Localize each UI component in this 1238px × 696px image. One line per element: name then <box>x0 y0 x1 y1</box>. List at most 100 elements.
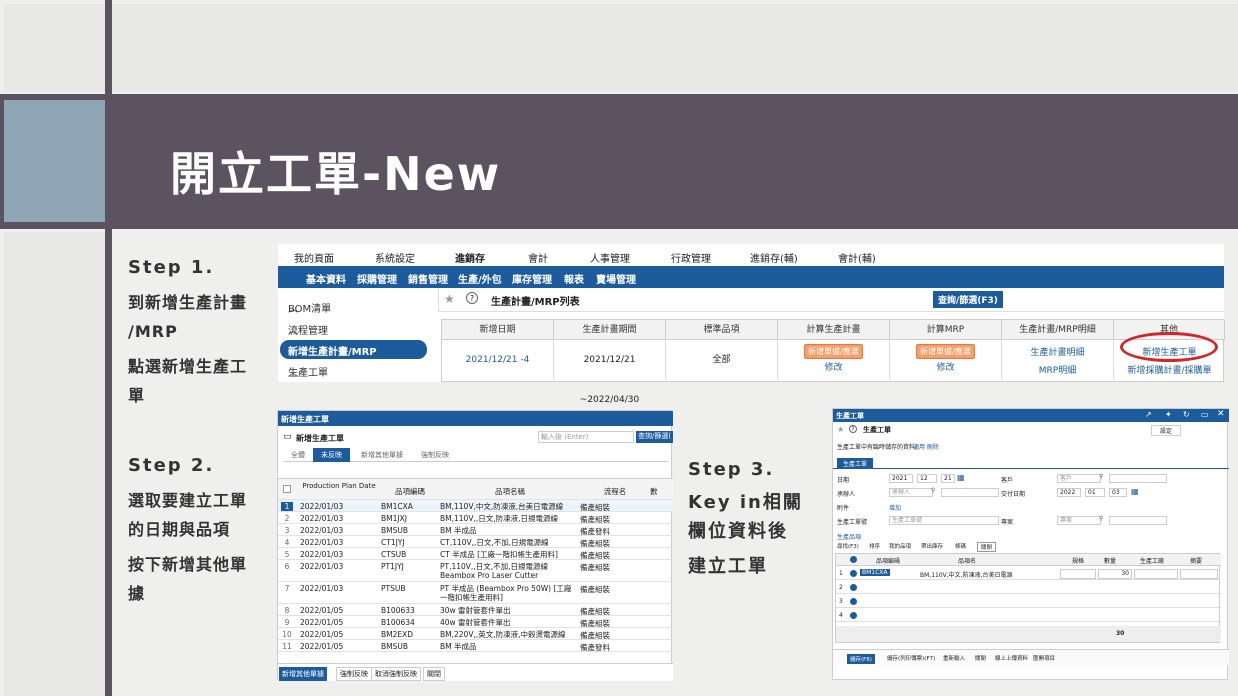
subnav-item[interactable]: 銷售管理 <box>408 271 448 286</box>
topnav-item[interactable]: 進銷存(輔) <box>750 250 798 265</box>
upload-button[interactable]: 線上上傳資料 <box>995 654 1028 662</box>
spec-input[interactable] <box>1060 569 1096 579</box>
topnav-item[interactable]: 會計(輔) <box>838 250 876 265</box>
table-row[interactable]: 5 2022/01/03 CTSUB CT 半成品 [工廠一階扣帳生產用料] 備產組裝 <box>278 548 673 560</box>
toolbar-button[interactable]: 帶出庫存 <box>921 542 943 550</box>
search-icon[interactable]: ⚲ <box>1099 515 1103 522</box>
save-print-button[interactable]: 儲存(列印傳票)(F7) <box>887 654 935 662</box>
related-items-button[interactable]: 匯開項目 <box>1033 654 1055 662</box>
mrp-detail-link[interactable]: MRP明細 <box>1039 366 1076 376</box>
customer-name-input[interactable] <box>1109 474 1167 483</box>
restore-icon[interactable]: ▭ <box>1201 410 1209 419</box>
topnav-item[interactable]: 進銷存 <box>455 250 485 265</box>
table-row[interactable]: 11 2022/01/05 BMSUB BM 半成品 備產發料 <box>278 640 673 652</box>
topnav-item[interactable]: 系統設定 <box>375 250 415 265</box>
close-button[interactable]: 關閉 <box>423 667 445 681</box>
new-purchase-link[interactable]: 新增採購計畫/採購單 <box>1127 366 1211 376</box>
factory-input[interactable] <box>1134 569 1178 579</box>
row-action-icon[interactable] <box>850 584 857 591</box>
topnav-item[interactable]: 我的頁面 <box>294 250 334 265</box>
sidebar-item[interactable]: 新增生產計畫/MRP <box>288 343 377 358</box>
row-action-icon[interactable] <box>850 570 857 577</box>
topnav-item[interactable]: 行政管理 <box>671 250 711 265</box>
table-row[interactable]: 7 2022/01/03 PTSUB PT 半成品 (Beambox Pro 50W)… <box>278 582 673 604</box>
close-icon[interactable]: ✕ <box>1217 409 1225 419</box>
chevron-up-icon[interactable]: ︿ <box>288 322 298 337</box>
month-select[interactable]: 12 <box>917 474 937 483</box>
toolbar-button[interactable]: 尋找(F3) <box>837 542 859 550</box>
subnav-item[interactable]: 庫存管理 <box>512 271 552 286</box>
toolbar-button[interactable]: 條碼 <box>955 542 966 550</box>
due-day-select[interactable]: 03 <box>1109 488 1127 497</box>
table-row[interactable]: 6 2022/01/03 PT1JYJ PT,110V,,日文,不加,日規電源線 Be… <box>278 560 673 582</box>
toolbar-button[interactable]: 排序 <box>869 542 880 550</box>
search-input[interactable]: 輸入後 (Enter) <box>538 431 634 443</box>
subnav-item[interactable]: 賣場管理 <box>596 271 636 286</box>
table-row[interactable]: 8 2022/01/05 B100633 30w 雷射管套件單出 備產組裝 <box>278 604 673 616</box>
settings-button[interactable]: 設定 <box>1151 425 1182 436</box>
table-row[interactable]: 4 2022/01/03 CT1JYJ CT,110V,,日文,不加,日規電源線 備產組… <box>278 536 673 548</box>
search-icon[interactable]: ⚲ <box>931 487 935 494</box>
memo-input[interactable] <box>1180 569 1218 579</box>
year-select[interactable]: 2021 <box>889 474 913 483</box>
item-name-cell[interactable]: BM,110V,中文,防凍液,台美日電源 <box>920 570 1014 579</box>
tab[interactable]: 強制反映 <box>421 450 449 460</box>
cancel-force-button[interactable]: 取消強制反映 <box>371 667 421 681</box>
cell-date[interactable]: 2021/12/21 -4 <box>442 340 554 380</box>
due-month-select[interactable]: 01 <box>1085 488 1105 497</box>
section-title[interactable]: 生產品項 <box>837 532 861 541</box>
project-input[interactable]: 專案 <box>1057 516 1101 525</box>
date-link[interactable]: 2021/12/21 -4 <box>466 355 530 365</box>
new-doc-button[interactable]: 新增單據/應選 <box>804 344 863 359</box>
toolbar-button[interactable]: 我的品項 <box>889 542 911 550</box>
chevron-up-icon[interactable]: ︿ <box>288 364 298 379</box>
due-year-select[interactable]: 2022 <box>1057 488 1081 497</box>
row-action-icon[interactable] <box>850 598 857 605</box>
chevron-up-icon[interactable]: ︿ <box>288 300 298 315</box>
table-row[interactable]: 1 2022/01/03 BM1CXA BM,110V,中文,防凍液,台美日電源線 備產… <box>278 500 673 512</box>
day-select[interactable]: 21 <box>941 474 955 483</box>
temp-note-links[interactable]: 適用 刪除 <box>913 442 939 451</box>
add-attachment-link[interactable]: 增加 <box>889 503 901 512</box>
edit-link[interactable]: 修改 <box>936 363 954 373</box>
tab[interactable]: 新增其他單據 <box>361 450 403 460</box>
toolbar-button[interactable]: 關閉 <box>977 542 997 552</box>
star-icon[interactable]: ★ <box>837 425 844 434</box>
quantity-input[interactable]: 30 <box>1098 569 1132 579</box>
edit-link[interactable]: 修改 <box>824 363 842 373</box>
subnav-item[interactable]: 報表 <box>564 271 584 286</box>
reset-button[interactable]: 重新輸入 <box>943 654 965 662</box>
checkbox[interactable] <box>283 485 291 493</box>
work-order-no-input[interactable]: 生產工單號 <box>889 516 999 525</box>
external-link-icon[interactable]: ↗ <box>1145 410 1152 419</box>
close-button[interactable]: 關閉 <box>975 654 986 662</box>
help-icon[interactable]: ? <box>466 292 478 304</box>
customer-input[interactable]: 客戶 <box>1057 474 1101 483</box>
query-button[interactable]: 查詢/篩選( <box>636 431 673 443</box>
query-button[interactable]: 查詢/篩選(F3) <box>933 291 1003 308</box>
search-icon[interactable]: ⚲ <box>1099 473 1103 480</box>
topnav-item[interactable]: 人事管理 <box>590 250 630 265</box>
add-row-icon[interactable] <box>850 556 857 563</box>
new-other-doc-button[interactable]: 新增其他單據 <box>279 667 327 681</box>
project-name-input[interactable] <box>1109 516 1167 525</box>
force-apply-button[interactable]: 強制反映 <box>336 667 372 681</box>
calendar-icon[interactable]: ▦ <box>1131 487 1139 496</box>
tab-active[interactable]: 未反映 <box>313 448 350 462</box>
row-action-icon[interactable] <box>850 612 857 619</box>
star-icon[interactable]: ★ <box>444 292 455 306</box>
requester-input[interactable]: 承辦人 <box>889 488 933 497</box>
table-row[interactable]: 10 2022/01/05 BM2EXD BM,220V,,英文,防凍液,中穀燙電源線… <box>278 628 673 640</box>
help-icon[interactable]: ? <box>849 425 857 433</box>
table-row[interactable]: 3 2022/01/03 BMSUB BM 半成品 備產發料 <box>278 524 673 536</box>
subnav-item[interactable]: 採購管理 <box>357 271 397 286</box>
table-row[interactable]: 2 2022/01/03 BM1JXJ BM,110V,,日文,防凍液,日規電源線 備產… <box>278 512 673 524</box>
calendar-icon[interactable]: ▦ <box>957 473 965 482</box>
table-row[interactable]: 9 2022/01/05 B100634 40w 雷射管套件單出 備產組裝 <box>278 616 673 628</box>
save-button[interactable]: 儲存(F8) <box>847 654 875 664</box>
item-code-cell[interactable]: BM1CXA <box>860 569 890 576</box>
new-doc-button[interactable]: 新增單據/應選 <box>916 344 975 359</box>
pin-icon[interactable]: ✦ <box>1165 410 1172 419</box>
subnav-item[interactable]: 基本資料 <box>306 271 346 286</box>
refresh-icon[interactable]: ↻ <box>1183 410 1190 419</box>
